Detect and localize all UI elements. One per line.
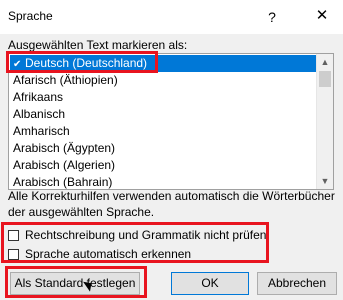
language-list: ✔ Deutsch (Deutschland) Afarisch (Äthiopi…	[10, 55, 317, 189]
scroll-up-icon[interactable]: ▲	[317, 54, 333, 70]
ok-button[interactable]: OK	[171, 272, 249, 295]
dialog-title: Sprache	[8, 9, 53, 23]
no-proofing-label: Rechtschreibung und Grammatik nicht prüf…	[25, 228, 267, 242]
language-dialog: Sprache ? ✕ Ausgewählten Text markieren …	[0, 0, 343, 300]
language-item[interactable]: Arabisch (Ägypten)	[10, 140, 317, 157]
language-item[interactable]: ✔ Deutsch (Deutschland)	[10, 55, 317, 72]
auto-detect-label: Sprache automatisch erkennen	[25, 247, 192, 261]
language-item[interactable]: Afrikaans	[10, 89, 317, 106]
language-listbox[interactable]: ✔ Deutsch (Deutschland) Afarisch (Äthiopi…	[8, 53, 334, 190]
close-button[interactable]: ✕	[310, 5, 334, 27]
spellcheck-icon: ✔	[13, 59, 22, 70]
title-bar: Sprache ? ✕	[0, 0, 343, 34]
list-scrollbar[interactable]: ▲ ▼	[316, 54, 333, 189]
proofing-info-text: Alle Korrekturhilfen verwenden automatis…	[8, 189, 335, 219]
mark-text-label: Ausgewählten Text markieren als:	[8, 38, 188, 52]
language-item[interactable]: Arabisch (Algerien)	[10, 157, 317, 174]
scroll-thumb[interactable]	[319, 71, 331, 87]
set-default-button[interactable]: Als Standard festlegen	[10, 272, 140, 295]
cancel-button[interactable]: Abbrechen	[257, 272, 337, 295]
language-item[interactable]: Albanisch	[10, 106, 317, 123]
no-proofing-option[interactable]: Rechtschreibung und Grammatik nicht prüf…	[8, 227, 266, 243]
language-item[interactable]: Afarisch (Äthiopien)	[10, 72, 317, 89]
no-proofing-checkbox[interactable]	[8, 229, 19, 241]
scroll-down-icon[interactable]: ▼	[317, 173, 333, 189]
help-button[interactable]: ?	[262, 7, 282, 27]
auto-detect-option[interactable]: Sprache automatisch erkennen	[8, 246, 191, 262]
language-item[interactable]: Amharisch	[10, 123, 317, 140]
auto-detect-checkbox[interactable]	[8, 248, 19, 260]
